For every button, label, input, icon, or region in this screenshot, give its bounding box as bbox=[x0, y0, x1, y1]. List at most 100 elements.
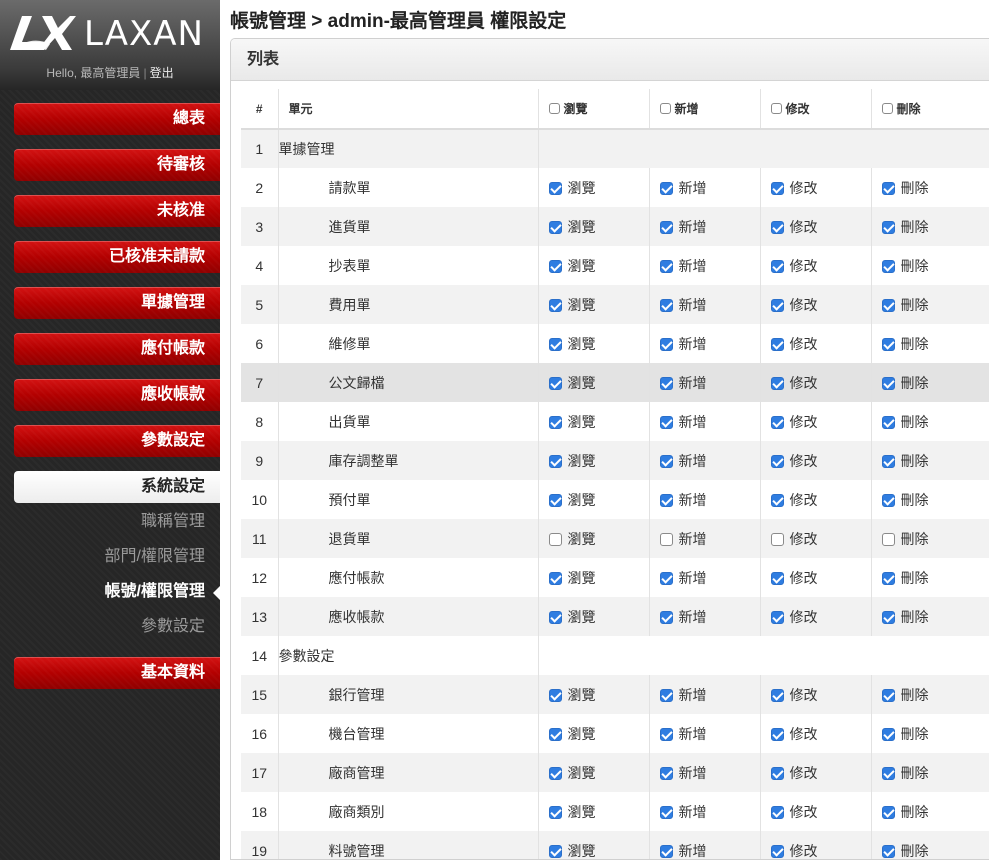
nav-summary[interactable]: 總表 bbox=[14, 103, 220, 135]
permission-edit-checkbox[interactable] bbox=[770, 259, 784, 273]
permission-delete-cell[interactable]: 刪除 bbox=[870, 168, 989, 207]
permission-view-checkbox[interactable] bbox=[548, 259, 562, 273]
permission-view-cell[interactable]: 瀏覽 bbox=[537, 168, 649, 207]
logout-link[interactable]: 登出 bbox=[150, 66, 174, 80]
permission-view-cell[interactable]: 瀏覽 bbox=[537, 480, 649, 519]
permission-delete-checkbox[interactable] bbox=[881, 571, 895, 585]
permission-view-cell[interactable]: 瀏覽 bbox=[537, 558, 649, 597]
header-add[interactable]: 新增 bbox=[648, 89, 760, 130]
permission-edit-cell[interactable]: 修改 bbox=[759, 363, 871, 402]
permission-add-checkbox[interactable] bbox=[659, 415, 673, 429]
permission-delete-checkbox[interactable] bbox=[881, 805, 895, 819]
permission-view-checkbox[interactable] bbox=[548, 454, 562, 468]
permission-delete-cell[interactable]: 刪除 bbox=[870, 714, 989, 753]
select-all-edit-checkbox[interactable] bbox=[770, 103, 782, 114]
permission-add-cell[interactable]: 新增 bbox=[648, 714, 760, 753]
permission-add-checkbox[interactable] bbox=[659, 259, 673, 273]
permission-edit-checkbox[interactable] bbox=[770, 805, 784, 819]
permission-edit-checkbox[interactable] bbox=[770, 766, 784, 780]
permission-view-cell[interactable]: 瀏覽 bbox=[537, 441, 649, 480]
permission-add-checkbox[interactable] bbox=[659, 337, 673, 351]
header-view[interactable]: 瀏覽 bbox=[537, 89, 649, 130]
permission-edit-checkbox[interactable] bbox=[770, 181, 784, 195]
nav-accounts-receivable[interactable]: 應收帳款 bbox=[14, 379, 220, 411]
permission-add-checkbox[interactable] bbox=[659, 376, 673, 390]
permission-view-cell[interactable]: 瀏覽 bbox=[537, 363, 649, 402]
permission-delete-checkbox[interactable] bbox=[881, 493, 895, 507]
permission-edit-cell[interactable]: 修改 bbox=[759, 207, 871, 246]
permission-add-checkbox[interactable] bbox=[659, 727, 673, 741]
permission-add-cell[interactable]: 新增 bbox=[648, 753, 760, 792]
subnav-department-permissions[interactable]: 部門/權限管理 bbox=[14, 546, 205, 568]
permission-edit-checkbox[interactable] bbox=[770, 571, 784, 585]
permission-delete-checkbox[interactable] bbox=[881, 337, 895, 351]
permission-view-cell[interactable]: 瀏覽 bbox=[537, 753, 649, 792]
permission-delete-cell[interactable]: 刪除 bbox=[870, 558, 989, 597]
permission-add-cell[interactable]: 新增 bbox=[648, 402, 760, 441]
permission-view-cell[interactable]: 瀏覽 bbox=[537, 324, 649, 363]
permission-view-checkbox[interactable] bbox=[548, 805, 562, 819]
permission-view-checkbox[interactable] bbox=[548, 220, 562, 234]
permission-add-cell[interactable]: 新增 bbox=[648, 519, 760, 558]
permission-edit-checkbox[interactable] bbox=[770, 376, 784, 390]
permission-view-checkbox[interactable] bbox=[548, 298, 562, 312]
nav-basic-data[interactable]: 基本資料 bbox=[14, 657, 220, 689]
permission-add-checkbox[interactable] bbox=[659, 610, 673, 624]
permission-view-cell[interactable]: 瀏覽 bbox=[537, 519, 649, 558]
permission-add-checkbox[interactable] bbox=[659, 766, 673, 780]
permission-edit-checkbox[interactable] bbox=[770, 727, 784, 741]
permission-delete-checkbox[interactable] bbox=[881, 454, 895, 468]
permission-edit-cell[interactable]: 修改 bbox=[759, 792, 871, 831]
permission-delete-cell[interactable]: 刪除 bbox=[870, 675, 989, 714]
permission-view-checkbox[interactable] bbox=[548, 415, 562, 429]
permission-edit-cell[interactable]: 修改 bbox=[759, 246, 871, 285]
select-all-view-checkbox[interactable] bbox=[548, 103, 560, 114]
permission-edit-cell[interactable]: 修改 bbox=[759, 753, 871, 792]
nav-document-management[interactable]: 單據管理 bbox=[14, 287, 220, 319]
permission-delete-checkbox[interactable] bbox=[881, 532, 895, 546]
permission-view-cell[interactable]: 瀏覽 bbox=[537, 597, 649, 636]
subnav-job-titles[interactable]: 職稱管理 bbox=[14, 511, 205, 533]
header-edit[interactable]: 修改 bbox=[759, 89, 871, 130]
permission-delete-cell[interactable]: 刪除 bbox=[870, 792, 989, 831]
permission-delete-checkbox[interactable] bbox=[881, 376, 895, 390]
permission-delete-checkbox[interactable] bbox=[881, 298, 895, 312]
permission-view-cell[interactable]: 瀏覽 bbox=[537, 831, 649, 859]
permission-edit-checkbox[interactable] bbox=[770, 337, 784, 351]
permission-edit-cell[interactable]: 修改 bbox=[759, 168, 871, 207]
permission-delete-cell[interactable]: 刪除 bbox=[870, 246, 989, 285]
permission-edit-cell[interactable]: 修改 bbox=[759, 519, 871, 558]
permission-edit-checkbox[interactable] bbox=[770, 415, 784, 429]
permission-view-checkbox[interactable] bbox=[548, 727, 562, 741]
permission-edit-checkbox[interactable] bbox=[770, 610, 784, 624]
permission-edit-cell[interactable]: 修改 bbox=[759, 480, 871, 519]
permission-edit-checkbox[interactable] bbox=[770, 454, 784, 468]
select-all-delete-checkbox[interactable] bbox=[881, 103, 893, 114]
select-all-add-checkbox[interactable] bbox=[659, 103, 671, 114]
subnav-parameter-settings[interactable]: 參數設定 bbox=[14, 616, 205, 638]
permission-view-checkbox[interactable] bbox=[548, 532, 562, 546]
permission-add-checkbox[interactable] bbox=[659, 844, 673, 858]
permission-edit-checkbox[interactable] bbox=[770, 688, 784, 702]
permission-add-cell[interactable]: 新增 bbox=[648, 207, 760, 246]
permission-edit-cell[interactable]: 修改 bbox=[759, 558, 871, 597]
permission-add-cell[interactable]: 新增 bbox=[648, 597, 760, 636]
permission-delete-checkbox[interactable] bbox=[881, 181, 895, 195]
permission-view-cell[interactable]: 瀏覽 bbox=[537, 246, 649, 285]
permission-delete-checkbox[interactable] bbox=[881, 220, 895, 234]
permission-delete-cell[interactable]: 刪除 bbox=[870, 480, 989, 519]
permission-delete-checkbox[interactable] bbox=[881, 727, 895, 741]
nav-approved-unbilled[interactable]: 已核准未請款 bbox=[14, 241, 220, 273]
permission-view-checkbox[interactable] bbox=[548, 493, 562, 507]
permission-edit-checkbox[interactable] bbox=[770, 298, 784, 312]
permission-delete-cell[interactable]: 刪除 bbox=[870, 441, 989, 480]
permission-add-cell[interactable]: 新增 bbox=[648, 324, 760, 363]
permission-add-cell[interactable]: 新增 bbox=[648, 285, 760, 324]
permission-view-cell[interactable]: 瀏覽 bbox=[537, 675, 649, 714]
permission-delete-cell[interactable]: 刪除 bbox=[870, 402, 989, 441]
nav-not-approved[interactable]: 未核准 bbox=[14, 195, 220, 227]
permission-delete-checkbox[interactable] bbox=[881, 415, 895, 429]
permission-delete-cell[interactable]: 刪除 bbox=[870, 363, 989, 402]
permission-add-checkbox[interactable] bbox=[659, 688, 673, 702]
nav-accounts-payable[interactable]: 應付帳款 bbox=[14, 333, 220, 365]
